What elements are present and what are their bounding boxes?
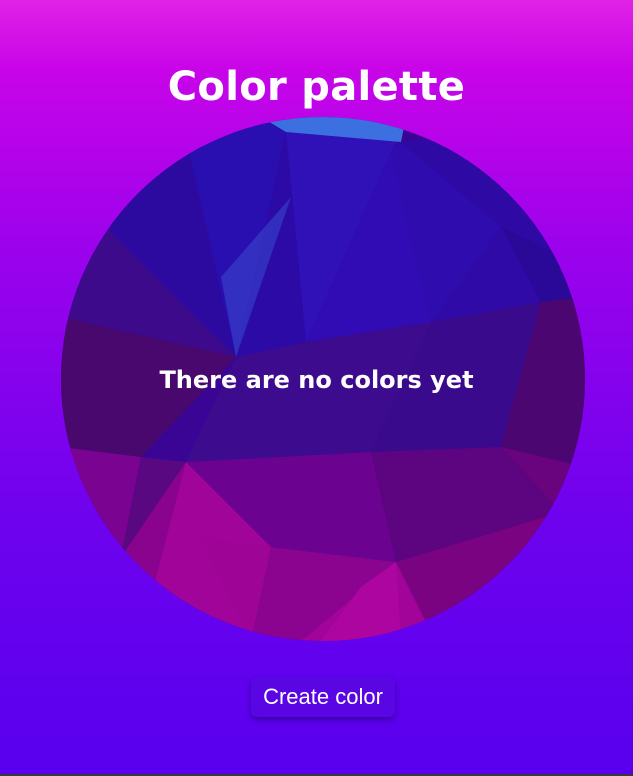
create-color-button[interactable]: Create color <box>251 677 395 717</box>
empty-state-message: There are no colors yet <box>159 366 474 394</box>
page-title: Color palette <box>167 63 466 110</box>
